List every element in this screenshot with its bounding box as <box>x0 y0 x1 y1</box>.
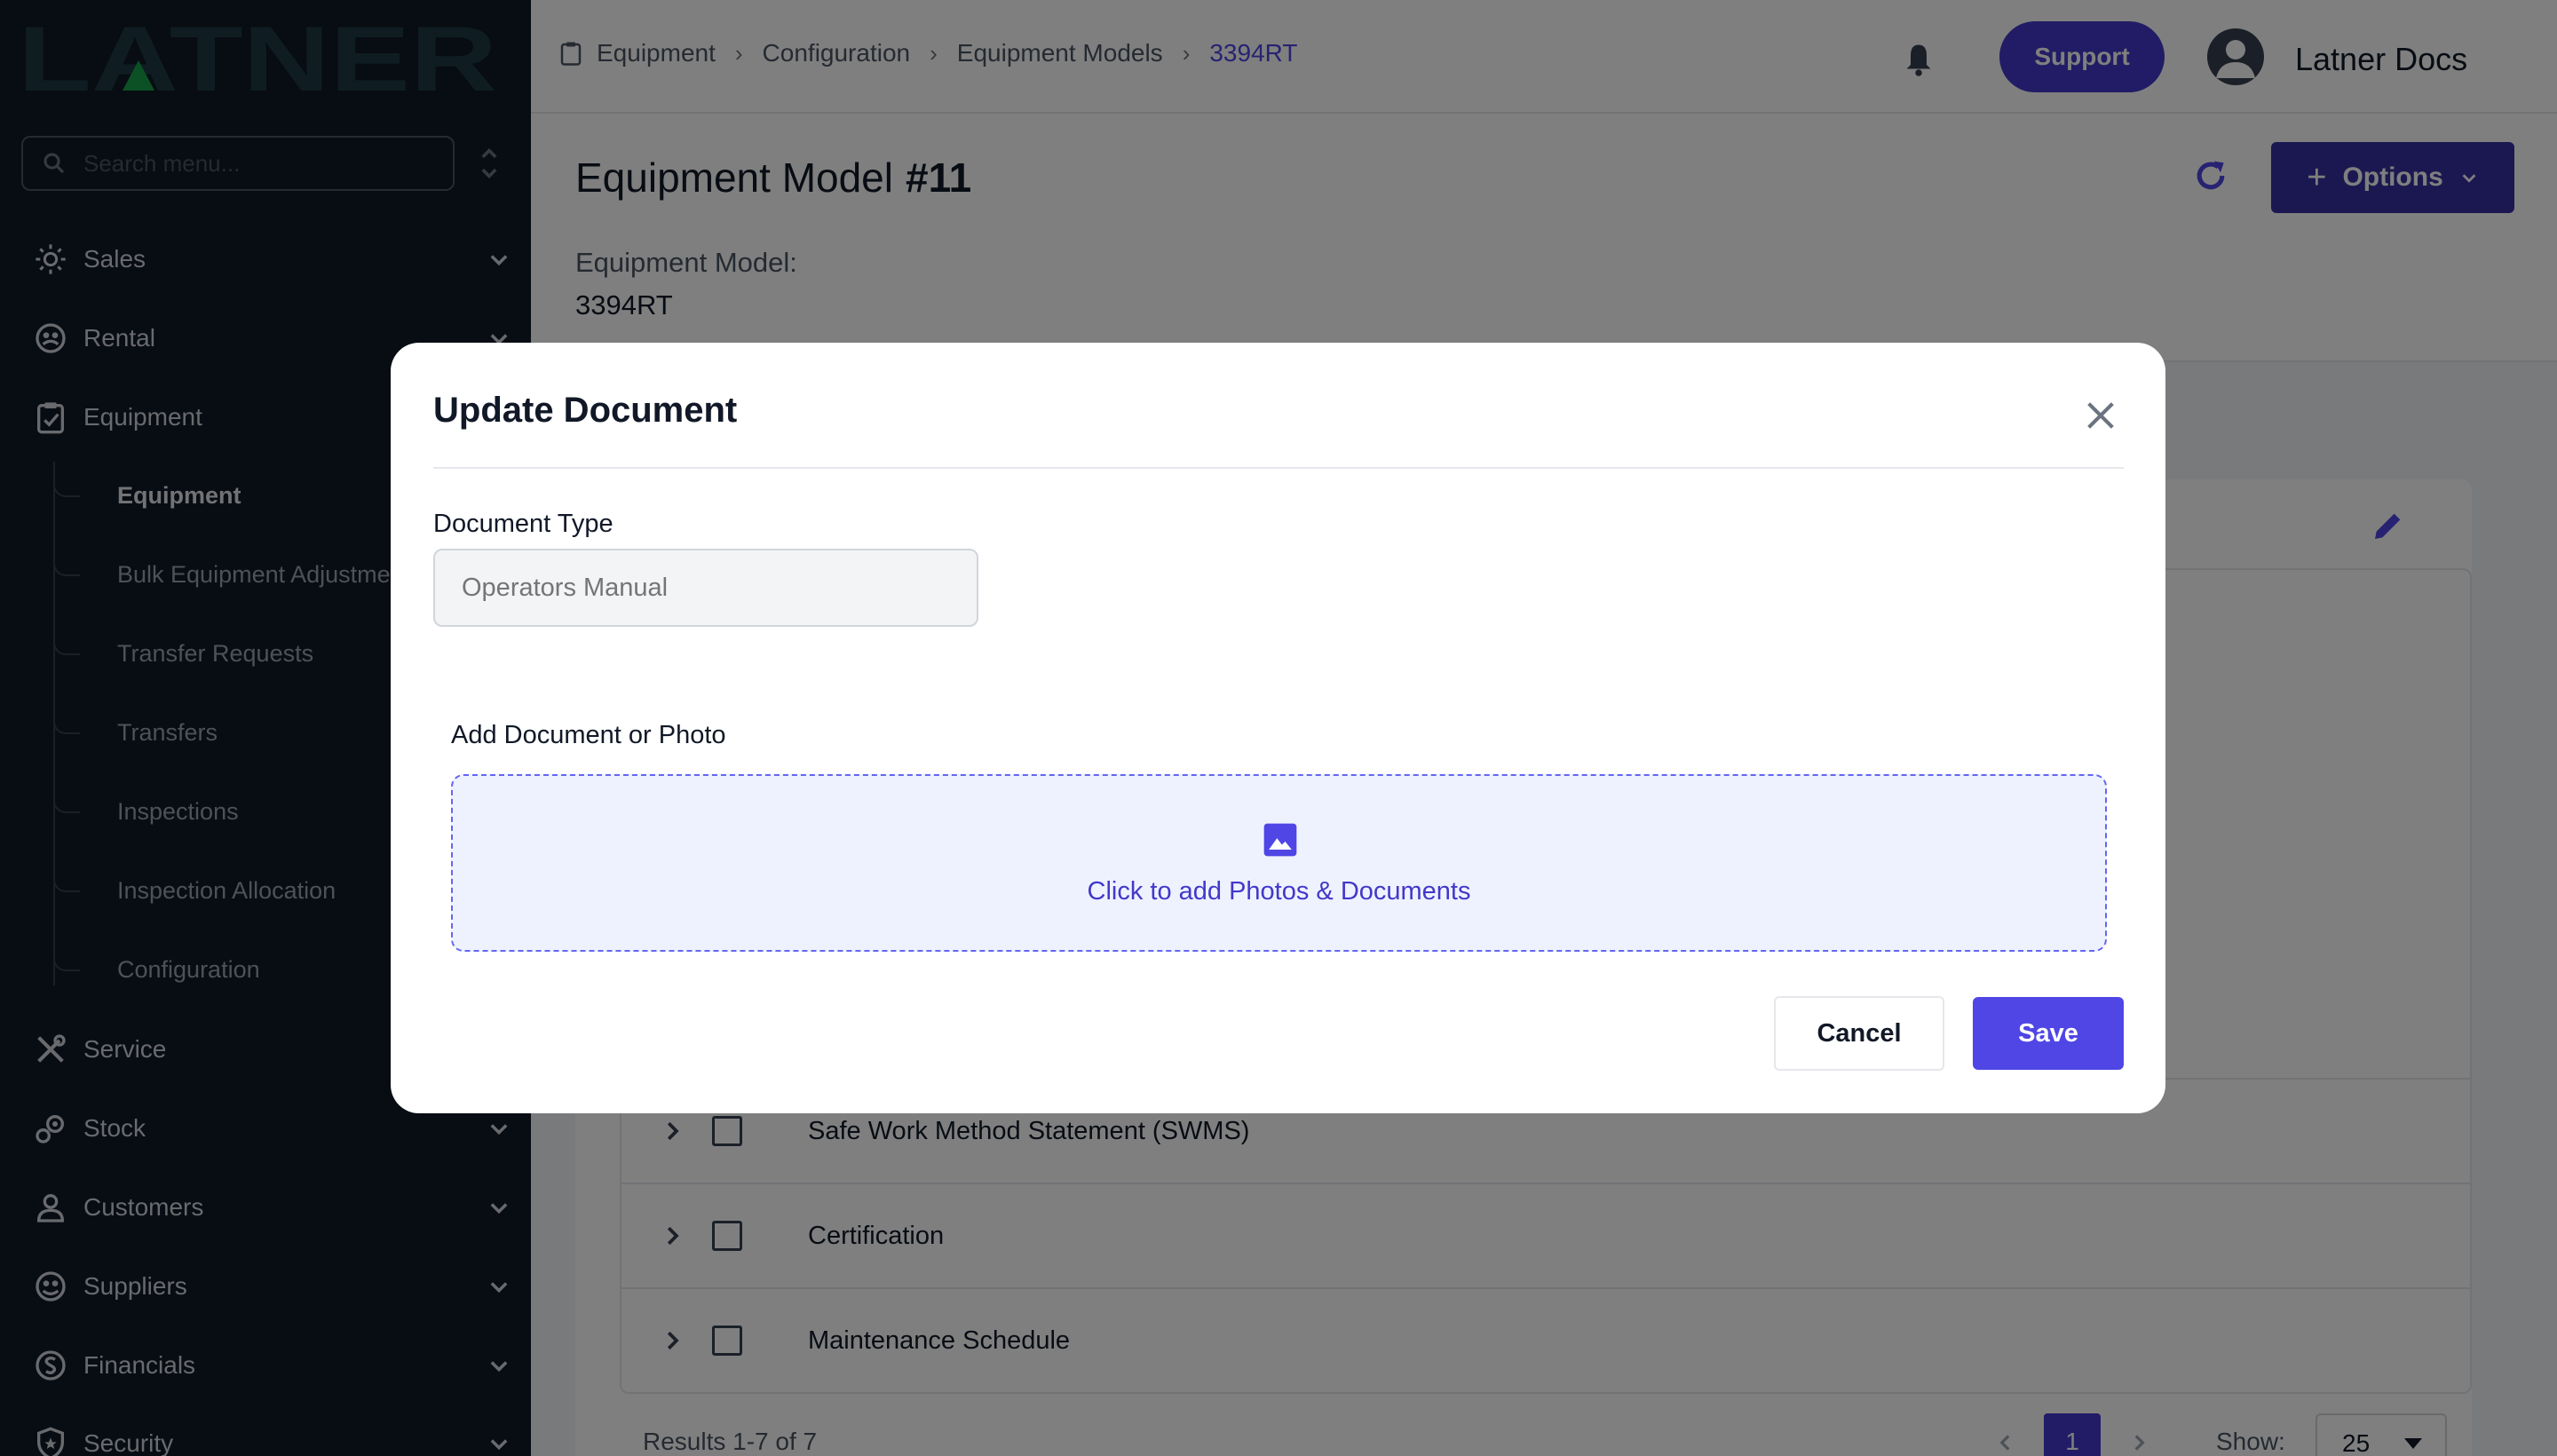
modal-title: Update Document <box>433 391 738 430</box>
document-type-label: Document Type <box>433 510 614 538</box>
upload-text: Click to add Photos & Documents <box>1087 877 1471 906</box>
upload-dropzone[interactable]: Click to add Photos & Documents <box>451 774 2107 952</box>
upload-label: Add Document or Photo <box>451 721 726 749</box>
update-document-modal: Update Document Document Type Add Docume… <box>391 343 2165 1113</box>
modal-divider <box>433 467 2124 469</box>
image-icon <box>1263 823 1297 857</box>
save-button[interactable]: Save <box>1973 997 2124 1070</box>
cancel-button[interactable]: Cancel <box>1774 996 1944 1071</box>
document-type-input[interactable] <box>433 549 978 627</box>
close-icon[interactable] <box>2083 398 2118 433</box>
